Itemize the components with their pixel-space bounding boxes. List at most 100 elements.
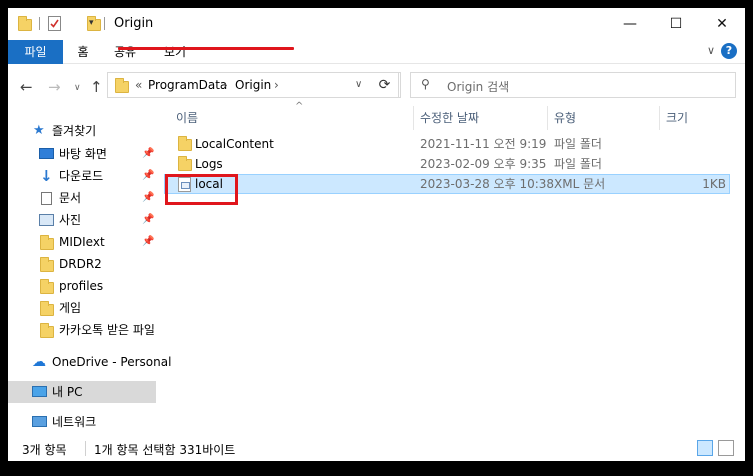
sidebar-item-label: 문서 xyxy=(59,191,82,205)
sidebar-item-desktop[interactable]: 바탕 화면 📌 xyxy=(8,143,156,165)
ribbon: 파일 홈 공유 보기 ∨ ? xyxy=(8,40,745,64)
file-type: 파일 폴더 xyxy=(554,137,602,151)
sidebar-item-network[interactable]: 네트워크 xyxy=(8,411,156,433)
close-button[interactable]: ✕ xyxy=(699,8,745,40)
folder-icon xyxy=(40,323,54,338)
sidebar-item-onedrive[interactable]: ☁ OneDrive - Personal xyxy=(8,351,171,373)
folder-icon xyxy=(115,78,129,93)
sidebar-item-label: OneDrive - Personal xyxy=(52,355,172,369)
sidebar-item-label: 사진 xyxy=(59,213,82,227)
cloud-icon: ☁ xyxy=(32,354,46,370)
star-icon: ★ xyxy=(33,123,45,138)
help-icon[interactable]: ? xyxy=(721,43,737,59)
customize-toolbar-icon[interactable]: ▾ xyxy=(89,18,94,28)
tab-home[interactable]: 홈 xyxy=(70,40,96,64)
breadcrumb-separator[interactable]: › xyxy=(274,78,279,92)
column-size[interactable]: 크기 xyxy=(660,106,730,130)
folder-icon xyxy=(178,156,192,171)
column-date-modified[interactable]: 수정한 날짜 xyxy=(414,106,548,130)
expand-ribbon-icon[interactable]: ∨ xyxy=(707,44,715,57)
properties-icon[interactable] xyxy=(48,16,61,31)
recent-locations-icon[interactable]: ∨ xyxy=(74,83,81,93)
overflow-chevron[interactable]: « xyxy=(135,78,142,92)
sidebar-item-profiles[interactable]: profiles xyxy=(8,275,156,297)
search-input[interactable]: ⚲ Origin 검색 xyxy=(410,72,736,98)
breadcrumb-origin[interactable]: Origin xyxy=(235,78,271,92)
sidebar-item-label: 바탕 화면 xyxy=(59,147,107,161)
refresh-button[interactable]: ⟳ xyxy=(371,72,399,98)
details-view-icon[interactable] xyxy=(697,440,713,456)
pin-icon[interactable]: 📌 xyxy=(142,209,154,231)
up-icon[interactable]: ↑ xyxy=(90,78,103,96)
sidebar-item-drdr2[interactable]: DRDR2 xyxy=(8,253,156,275)
explorer-window: ▾ Origin — ☐ ✕ 파일 홈 공유 보기 ∨ ? ← → ∨ ↑ « … xyxy=(8,8,745,461)
item-count: 3개 항목 xyxy=(22,443,67,457)
file-date: 2023-02-09 오후 9:35 xyxy=(420,157,547,171)
status-bar: 3개 항목 1개 항목 선택함 331바이트 xyxy=(8,438,745,461)
folder-icon xyxy=(40,257,54,272)
network-icon xyxy=(32,416,47,427)
tab-view[interactable]: 보기 xyxy=(158,40,192,64)
maximize-button[interactable]: ☐ xyxy=(653,8,699,40)
computer-icon xyxy=(32,386,47,397)
file-type: 파일 폴더 xyxy=(554,157,602,171)
sidebar-item-label: MIDIext xyxy=(59,235,105,249)
back-icon[interactable]: ← xyxy=(20,78,33,96)
sidebar-item-downloads[interactable]: ↓ 다운로드 📌 xyxy=(8,165,156,187)
file-row[interactable]: Logs 2023-02-09 오후 9:35 파일 폴더 xyxy=(164,154,730,174)
address-dropdown-icon[interactable]: ∨ xyxy=(355,79,362,90)
divider xyxy=(39,17,40,30)
sidebar-item-pictures[interactable]: 사진 📌 xyxy=(8,209,156,231)
sidebar-item-label: 네트워크 xyxy=(52,415,97,429)
navigation-pane: ★ 즐겨찾기 바탕 화면 📌 ↓ 다운로드 📌 문서 📌 사진 📌 MIDIex… xyxy=(8,108,171,438)
file-name: LocalContent xyxy=(195,137,274,151)
sidebar-item-midiext[interactable]: MIDIext 📌 xyxy=(8,231,156,253)
forward-icon[interactable]: → xyxy=(48,78,61,96)
tab-share[interactable]: 공유 xyxy=(108,40,142,64)
column-name[interactable]: 이름 xyxy=(170,106,414,130)
folder-icon xyxy=(40,279,54,294)
tab-file[interactable]: 파일 xyxy=(8,40,63,64)
sidebar-item-quick-access[interactable]: ★ 즐겨찾기 xyxy=(8,120,156,142)
file-type: XML 문서 xyxy=(554,177,606,191)
search-icon: ⚲ xyxy=(421,77,430,91)
document-icon xyxy=(41,192,52,205)
pin-icon[interactable]: 📌 xyxy=(142,143,154,165)
sidebar-item-label: 카카오톡 받은 파일 xyxy=(59,323,155,337)
breadcrumb-programdata[interactable]: ProgramData xyxy=(148,78,227,92)
sidebar-item-documents[interactable]: 문서 📌 xyxy=(8,187,156,209)
title-bar: ▾ Origin — ☐ ✕ xyxy=(8,8,745,40)
divider xyxy=(104,17,105,30)
sidebar-item-kakaotalk[interactable]: 카카오톡 받은 파일 xyxy=(8,319,156,341)
pin-icon[interactable]: 📌 xyxy=(142,165,154,187)
download-icon: ↓ xyxy=(40,167,53,185)
breadcrumb-separator[interactable]: › xyxy=(223,78,228,92)
pin-icon[interactable]: 📌 xyxy=(142,187,154,209)
sidebar-item-this-pc[interactable]: 내 PC xyxy=(8,381,156,403)
selection-info: 1개 항목 선택함 331바이트 xyxy=(94,443,236,457)
address-bar[interactable]: « ProgramData › Origin › ∨ xyxy=(107,72,401,98)
pin-icon[interactable]: 📌 xyxy=(142,231,154,253)
window-title: Origin xyxy=(114,16,154,31)
folder-icon xyxy=(18,16,32,31)
file-date: 2021-11-11 오전 9:19 xyxy=(420,137,547,151)
search-placeholder: Origin 검색 xyxy=(447,80,510,94)
pictures-icon xyxy=(39,214,54,226)
divider xyxy=(85,441,86,456)
sidebar-item-label: 즐겨찾기 xyxy=(52,124,97,138)
sidebar-item-label: profiles xyxy=(59,279,104,293)
file-date: 2023-03-28 오후 10:38 xyxy=(420,177,555,191)
address-highlight-underline xyxy=(118,47,294,50)
sidebar-item-label: 게임 xyxy=(59,301,82,315)
file-row[interactable]: LocalContent 2021-11-11 오전 9:19 파일 폴더 xyxy=(164,134,730,154)
file-size: 1KB xyxy=(702,177,726,191)
folder-icon xyxy=(178,136,192,151)
minimize-button[interactable]: — xyxy=(607,8,653,40)
sidebar-item-games[interactable]: 게임 xyxy=(8,297,156,319)
column-type[interactable]: 유형 xyxy=(548,106,660,130)
large-icons-view-icon[interactable] xyxy=(718,440,734,456)
folder-icon xyxy=(40,235,54,250)
folder-icon xyxy=(40,301,54,316)
desktop-icon xyxy=(39,148,54,159)
file-row-selected[interactable]: local 2023-03-28 오후 10:38 XML 문서 1KB xyxy=(164,174,730,194)
